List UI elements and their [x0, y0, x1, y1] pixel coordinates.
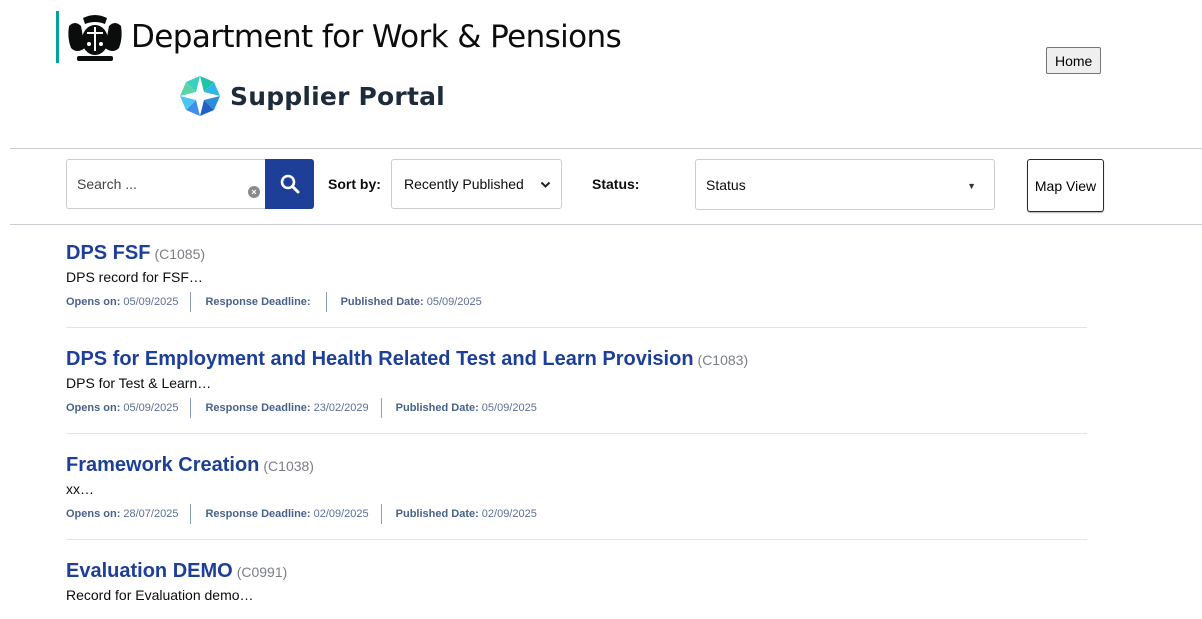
record-description: Record for Evaluation demo…	[66, 587, 254, 603]
record-title-link[interactable]: DPS FSF	[66, 242, 150, 264]
record-meta: Opens on: 05/09/2025 Response Deadline: P…	[66, 292, 1087, 312]
published-date-value: 02/09/2025	[481, 508, 537, 520]
response-deadline-label: Response Deadline:	[205, 402, 311, 414]
record-title: Framework Creation (C1038)	[66, 452, 1087, 478]
sort-by-label: Sort by:	[328, 176, 381, 192]
opens-on: Opens on: 05/09/2025	[66, 296, 178, 308]
response-deadline: Response Deadline: 23/02/2029	[205, 402, 368, 414]
royal-crest-icon	[68, 15, 122, 61]
sort-by-select[interactable]: Recently Published	[391, 159, 562, 209]
status-value: Status	[706, 176, 746, 193]
filter-bar-top-divider	[10, 148, 1202, 149]
list-item: DPS FSF (C1085) DPS record for FSF… Opens…	[66, 240, 1087, 328]
opens-on: Opens on: 28/07/2025	[66, 508, 178, 520]
record-title: Evaluation DEMO (C0991)	[66, 558, 1087, 584]
opens-on-value: 28/07/2025	[123, 508, 179, 520]
published-date-label: Published Date:	[395, 508, 479, 520]
sort-by-value: Recently Published	[404, 176, 524, 192]
meta-separator	[190, 398, 192, 418]
record-title: DPS for Employment and Health Related Te…	[66, 346, 1087, 372]
meta-separator	[380, 398, 382, 418]
search-input[interactable]	[66, 159, 265, 209]
published-date: Published Date: 05/09/2025	[396, 402, 537, 414]
status-label: Status:	[592, 176, 640, 192]
meta-separator	[325, 292, 327, 312]
list-item: DPS for Employment and Health Related Te…	[66, 346, 1087, 434]
search-button[interactable]	[265, 159, 314, 209]
supplier-portal-logo: Supplier Portal	[178, 74, 445, 118]
published-date-label: Published Date:	[340, 296, 424, 308]
opens-on: Opens on: 05/09/2025	[66, 402, 178, 414]
clear-search-icon[interactable]: ×	[248, 186, 260, 198]
record-title-link[interactable]: Framework Creation	[66, 454, 259, 476]
record-divider	[66, 327, 1087, 328]
published-date: Published Date: 05/09/2025	[341, 296, 482, 308]
published-date-label: Published Date:	[395, 402, 479, 414]
response-deadline-label: Response Deadline:	[205, 508, 311, 520]
record-meta: Opens on: 28/07/2025 Response Deadline: 02…	[66, 504, 1087, 524]
record-divider	[66, 539, 1087, 540]
meta-separator	[380, 504, 382, 524]
record-title: DPS FSF (C1085)	[66, 240, 1087, 266]
record-title-link[interactable]: Evaluation DEMO	[66, 560, 233, 582]
response-deadline-label: Response Deadline:	[205, 296, 311, 308]
record-code: (C1038)	[263, 458, 314, 474]
search-group: ×	[66, 159, 314, 209]
caret-down-icon: ▼	[967, 181, 976, 191]
search-icon	[280, 174, 299, 194]
results-list: DPS FSF (C1085) DPS record for FSF… Opens…	[66, 240, 1087, 605]
filter-bar-bottom-divider	[10, 224, 1202, 225]
response-deadline-value: 02/09/2025	[313, 508, 369, 520]
record-title-link[interactable]: DPS for Employment and Health Related Te…	[66, 348, 694, 370]
opens-on-value: 05/09/2025	[123, 402, 179, 414]
published-date: Published Date: 02/09/2025	[396, 508, 537, 520]
opens-on-value: 05/09/2025	[123, 296, 179, 308]
record-code: (C1085)	[154, 246, 206, 262]
list-item: Framework Creation (C1038) xx… Opens on: 2…	[66, 452, 1087, 540]
response-deadline: Response Deadline: 02/09/2025	[205, 508, 368, 520]
record-code: (C0991)	[236, 564, 288, 580]
dwp-logo: Department for Work & Pensions	[56, 10, 622, 64]
record-meta: Opens on: 05/09/2025 Response Deadline: 23…	[66, 398, 1087, 418]
record-description: DPS record for FSF…	[66, 269, 203, 285]
chevron-down-icon	[540, 181, 551, 188]
department-name: Department for Work & Pensions	[131, 19, 622, 55]
list-item: Evaluation DEMO (C0991) Record for Evalua…	[66, 558, 1087, 605]
home-button[interactable]: Home	[1046, 47, 1102, 74]
response-deadline-value: 23/02/2029	[313, 402, 369, 414]
published-date-value: 05/09/2025	[481, 402, 537, 414]
meta-separator	[190, 292, 192, 312]
meta-separator	[190, 504, 192, 524]
record-divider	[66, 433, 1087, 434]
record-description: xx…	[66, 481, 94, 497]
published-date-value: 05/09/2025	[426, 296, 482, 308]
map-view-button[interactable]: Map View	[1027, 159, 1104, 212]
logo-accent-bar	[56, 11, 59, 63]
record-code: (C1083)	[697, 352, 749, 368]
record-description: DPS for Test & Learn…	[66, 375, 212, 391]
portal-aperture-icon	[180, 76, 220, 116]
status-select[interactable]: Status ▼	[695, 159, 995, 210]
response-deadline: Response Deadline:	[205, 296, 313, 308]
opens-on-label: Opens on:	[66, 508, 121, 520]
opens-on-label: Opens on:	[66, 402, 121, 414]
opens-on-label: Opens on:	[66, 296, 121, 308]
portal-name: Supplier Portal	[230, 81, 445, 111]
